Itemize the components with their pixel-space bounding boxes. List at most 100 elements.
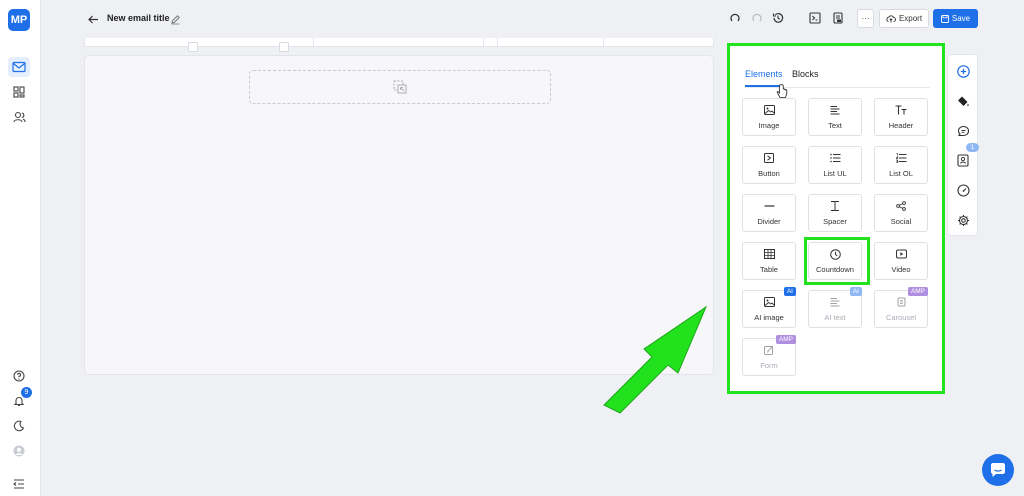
previous-block-strip — [84, 38, 714, 47]
column-divider — [497, 38, 498, 46]
test-send-icon[interactable] — [830, 10, 846, 26]
list-ul-icon — [829, 152, 841, 164]
element-list-ol[interactable]: List OL — [874, 146, 928, 184]
templates-icon[interactable] — [8, 82, 30, 102]
tab-elements[interactable]: Elements — [745, 69, 783, 79]
column-divider — [603, 38, 604, 46]
desktop-preview-icon[interactable] — [188, 42, 198, 52]
undo-icon[interactable] — [727, 10, 743, 26]
element-button[interactable]: Button — [742, 146, 796, 184]
element-social[interactable]: Social — [874, 194, 928, 232]
users-icon[interactable] — [8, 107, 30, 127]
avatar[interactable] — [8, 441, 30, 461]
divider-icon — [763, 200, 775, 212]
element-label: AI text — [824, 313, 846, 322]
top-bar: New email title ··· Export Save — [41, 0, 1024, 38]
right-tool-rail: 1 — [947, 54, 979, 236]
element-label: Divider — [757, 217, 781, 226]
element-label: List UL — [823, 169, 847, 178]
element-image[interactable]: Image — [742, 98, 796, 136]
pencil-icon[interactable] — [170, 12, 182, 25]
redo-icon[interactable] — [749, 10, 765, 26]
text-lines-icon — [829, 104, 841, 116]
rail-badge: 1 — [966, 143, 979, 152]
element-carousel: AMP Carousel — [874, 287, 928, 328]
help-icon[interactable] — [8, 366, 30, 386]
chat-support-button[interactable] — [982, 454, 1014, 486]
element-label: List OL — [889, 169, 913, 178]
add-element-icon[interactable] — [955, 63, 971, 79]
image-icon — [763, 104, 775, 116]
amp-badge: AMP — [907, 287, 928, 296]
drop-zone[interactable] — [249, 70, 551, 104]
text-lines-icon — [829, 296, 841, 308]
history-icon[interactable] — [770, 10, 786, 26]
element-label: Table — [760, 265, 778, 274]
bell-icon[interactable]: 9 — [8, 387, 32, 411]
tab-divider — [745, 87, 930, 88]
drag-drop-icon — [393, 80, 407, 94]
gear-icon[interactable] — [955, 212, 971, 228]
notification-badge: 9 — [21, 387, 32, 398]
chat-bubble-icon — [991, 463, 1005, 477]
header-tt-icon — [895, 104, 907, 116]
element-label: Text — [828, 121, 842, 130]
form-icon — [763, 344, 775, 356]
ai-badge: AI — [783, 287, 796, 296]
paint-bucket-icon[interactable] — [955, 93, 971, 109]
code-icon[interactable] — [807, 10, 823, 26]
share-icon — [895, 200, 907, 212]
export-button[interactable]: Export — [879, 9, 929, 28]
element-label: Form — [760, 361, 778, 370]
more-button[interactable]: ··· — [857, 9, 874, 28]
element-label: Social — [890, 217, 912, 226]
comments-icon[interactable] — [955, 123, 971, 139]
element-label: AI image — [754, 313, 784, 322]
element-table[interactable]: Table — [742, 242, 796, 280]
carousel-icon — [895, 296, 907, 308]
speedometer-icon[interactable] — [955, 182, 971, 198]
left-sidebar: MP 9 — [0, 0, 41, 496]
list-ol-icon — [895, 152, 907, 164]
element-list-ul[interactable]: List UL — [808, 146, 862, 184]
element-ai-text: AI AI text — [808, 287, 862, 328]
column-divider — [483, 38, 484, 46]
ai-badge: AI — [849, 287, 862, 296]
element-label: Carousel — [885, 313, 916, 322]
save-disk-icon — [940, 14, 949, 23]
save-label: Save — [951, 14, 971, 23]
more-label: ··· — [861, 14, 870, 23]
element-label: Image — [758, 121, 780, 130]
document-title[interactable]: New email title — [107, 13, 170, 23]
countdown-highlight-annotation — [804, 237, 870, 285]
spacer-icon — [829, 200, 841, 212]
mobile-preview-icon[interactable] — [279, 42, 289, 52]
back-arrow-icon[interactable] — [85, 11, 101, 27]
element-video[interactable]: Video — [874, 242, 928, 280]
element-label: Button — [758, 169, 780, 178]
tab-blocks[interactable]: Blocks — [792, 69, 819, 79]
green-arrow-annotation — [603, 305, 708, 414]
image-icon — [763, 296, 775, 308]
mail-icon[interactable] — [8, 57, 30, 77]
dark-mode-icon[interactable] — [8, 416, 30, 436]
export-label: Export — [898, 14, 923, 23]
element-text[interactable]: Text — [808, 98, 862, 136]
collapse-menu-icon[interactable] — [8, 474, 30, 494]
element-divider[interactable]: Divider — [742, 194, 796, 232]
element-label: Header — [888, 121, 914, 130]
cloud-upload-icon — [886, 15, 896, 23]
element-ai-image[interactable]: AI AI image — [742, 287, 796, 328]
table-icon — [763, 248, 775, 260]
element-header[interactable]: Header — [874, 98, 928, 136]
element-form: AMP Form — [742, 335, 796, 376]
save-button[interactable]: Save — [933, 9, 978, 28]
app-logo[interactable]: MP — [8, 9, 30, 31]
element-label: Spacer — [823, 217, 847, 226]
contact-card-icon[interactable] — [955, 152, 971, 168]
column-divider — [313, 38, 314, 46]
video-icon — [895, 248, 907, 260]
element-label: Video — [891, 265, 911, 274]
element-spacer[interactable]: Spacer — [808, 194, 862, 232]
button-icon — [763, 152, 775, 164]
